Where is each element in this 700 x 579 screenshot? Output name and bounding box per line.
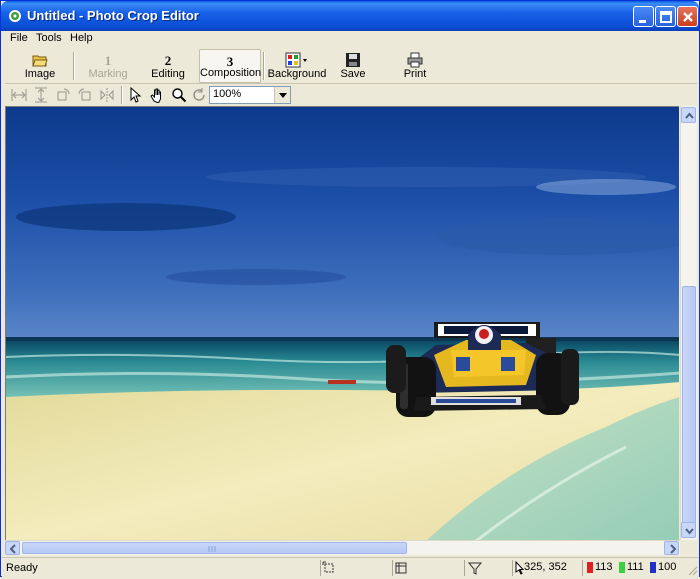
resize-grip-icon[interactable] <box>686 564 698 576</box>
minimize-button[interactable] <box>633 6 654 27</box>
f1-car-image <box>386 322 579 417</box>
scroll-left-arrow-icon[interactable] <box>5 541 20 555</box>
red-channel-swatch <box>587 562 593 573</box>
status-panel-divider <box>464 560 465 576</box>
app-window: Untitled - Photo Crop Editor File Tools … <box>0 0 700 577</box>
composition-button[interactable]: 3 Composition <box>199 49 261 83</box>
status-bar: Ready 325, 352 113 111 100 <box>2 557 699 577</box>
status-panel-divider <box>320 560 321 576</box>
window-title: Untitled - Photo Crop Editor <box>27 8 199 23</box>
rotate-left-icon[interactable] <box>55 87 71 103</box>
status-text: Ready <box>6 562 38 574</box>
app-icon <box>7 8 23 24</box>
printer-icon <box>407 52 423 68</box>
palette-icon <box>285 52 307 68</box>
save-button[interactable]: Save <box>331 49 375 83</box>
cursor-coordinates: 325, 352 <box>524 561 567 573</box>
editing-step-number: 2 <box>164 53 172 68</box>
image-size-icon <box>394 561 408 575</box>
image-canvas[interactable] <box>5 106 679 540</box>
main-toolbar: Image 1 Marking 2 Editing 3 Composition … <box>5 48 697 84</box>
close-button[interactable] <box>677 6 698 27</box>
toolbar-separator <box>121 86 123 104</box>
magnifier-icon[interactable] <box>171 87 187 103</box>
blue-channel-value: 100 <box>658 561 677 573</box>
flip-icon[interactable] <box>99 87 115 103</box>
rotate-icon[interactable] <box>191 87 207 103</box>
toolbar-separator <box>73 52 75 80</box>
status-panel-divider <box>582 560 583 576</box>
save-label: Save <box>340 68 366 80</box>
hand-pan-icon[interactable] <box>149 87 165 104</box>
menu-file[interactable]: File <box>10 32 28 44</box>
open-folder-icon <box>32 52 48 68</box>
vertical-scrollbar[interactable] <box>680 106 697 540</box>
pointer-icon[interactable] <box>127 86 143 103</box>
scroll-down-arrow-icon[interactable] <box>681 522 696 538</box>
selection-size-icon <box>322 561 336 575</box>
scroll-right-arrow-icon[interactable] <box>664 541 679 555</box>
title-bar[interactable]: Untitled - Photo Crop Editor <box>1 1 699 31</box>
marking-step-number: 1 <box>104 53 112 68</box>
tools-toolbar: 100% <box>5 85 697 105</box>
menu-help[interactable]: Help <box>70 32 93 44</box>
editing-button[interactable]: 2 Editing <box>139 49 197 83</box>
print-label: Print <box>403 68 427 80</box>
print-button[interactable]: Print <box>393 49 437 83</box>
marking-label: Marking <box>88 68 128 80</box>
zoom-select[interactable]: 100% <box>209 86 291 104</box>
filter-icon <box>467 561 483 575</box>
scroll-up-arrow-icon[interactable] <box>681 107 696 123</box>
image-button[interactable]: Image <box>11 49 69 83</box>
red-channel-value: 113 <box>595 561 613 573</box>
zoom-value: 100% <box>213 88 242 100</box>
toolbar-separator <box>263 52 265 80</box>
maximize-button[interactable] <box>655 6 676 27</box>
status-panel-divider <box>512 560 513 576</box>
image-label: Image <box>24 68 56 80</box>
background-button[interactable]: Background <box>267 49 327 83</box>
editing-label: Editing <box>151 68 185 80</box>
vertical-scroll-thumb[interactable] <box>682 286 696 526</box>
green-channel-swatch <box>619 562 625 573</box>
fit-width-icon[interactable] <box>11 87 27 103</box>
horizontal-scroll-thumb[interactable] <box>22 542 407 554</box>
marking-button[interactable]: 1 Marking <box>77 49 139 83</box>
menu-tools[interactable]: Tools <box>36 32 62 44</box>
horizontal-scrollbar[interactable] <box>5 540 680 555</box>
status-panel-divider <box>392 560 393 576</box>
floppy-disk-icon <box>345 52 361 68</box>
composition-label: Composition <box>200 67 262 79</box>
menu-bar: File Tools Help <box>2 31 699 47</box>
blue-channel-swatch <box>650 562 656 573</box>
green-channel-value: 111 <box>627 561 644 573</box>
fit-height-icon[interactable] <box>33 87 49 103</box>
rotate-right-icon[interactable] <box>77 87 93 103</box>
background-label: Background <box>267 68 327 80</box>
chevron-down-icon[interactable] <box>274 87 290 103</box>
